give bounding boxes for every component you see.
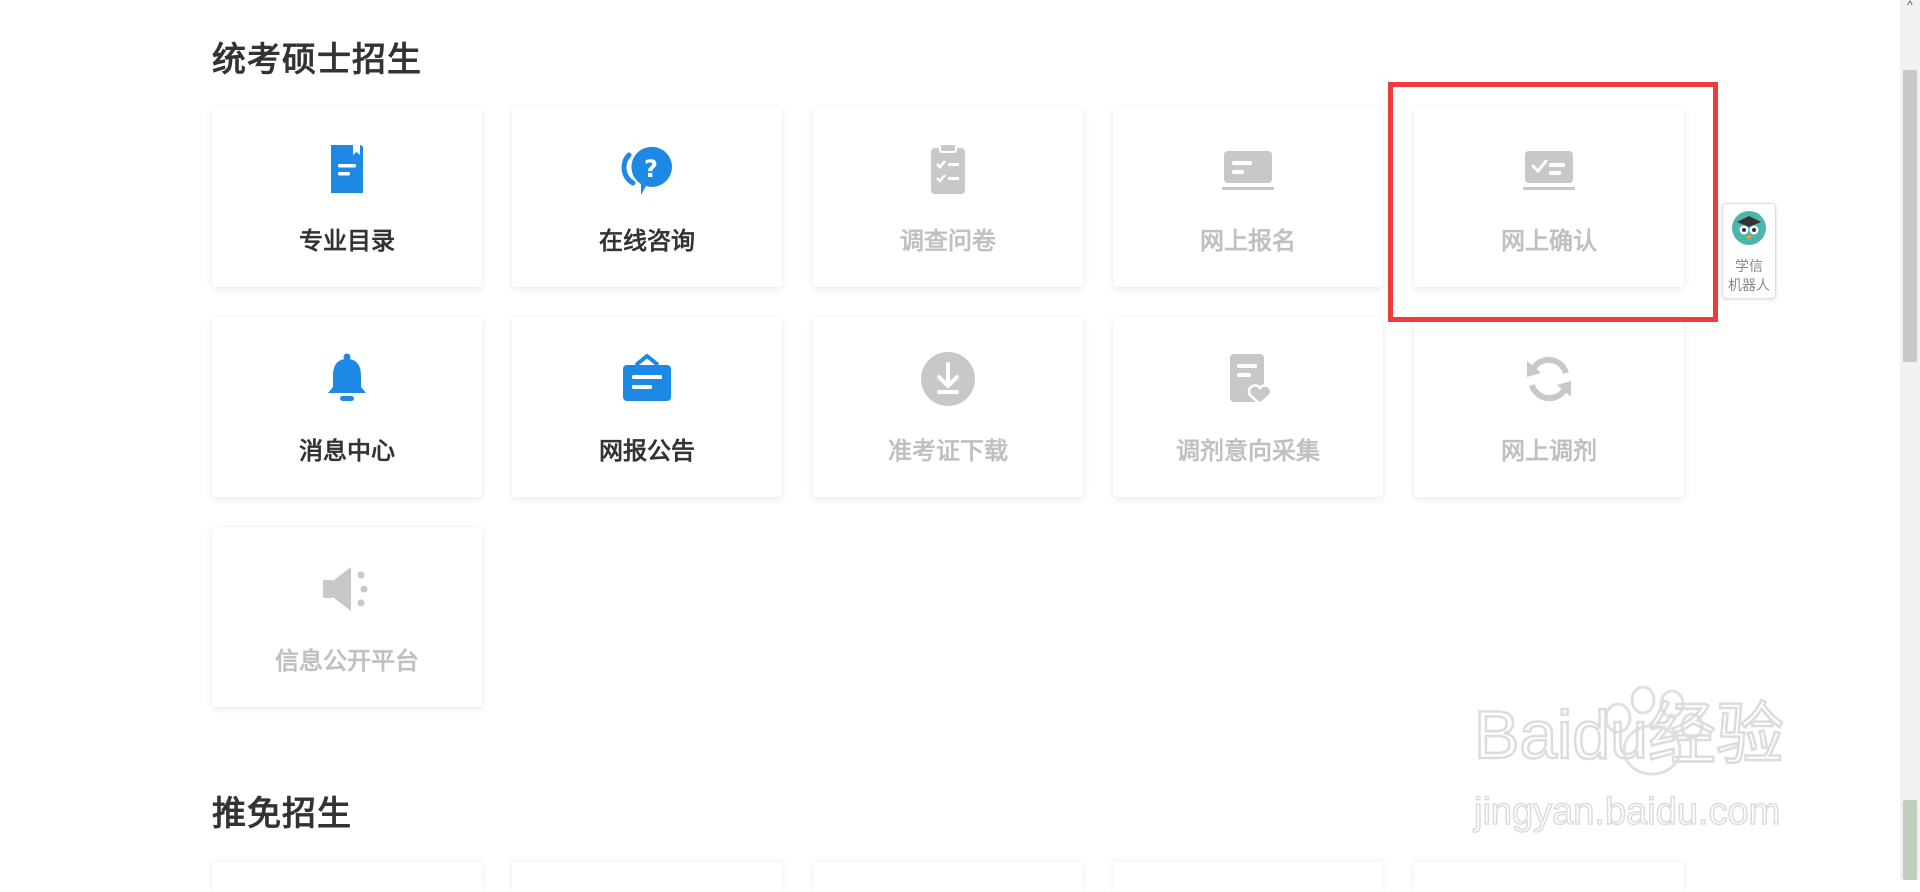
xuexin-robot-button[interactable]: 学信 机器人 <box>1722 203 1776 299</box>
card-online-adjustment[interactable]: 网上调剂 <box>1414 317 1684 497</box>
card-adjustment-intention[interactable]: 调剂意向采集 <box>1113 317 1383 497</box>
card-partial[interactable] <box>212 862 482 892</box>
card-professional-catalog[interactable]: 专业目录 <box>212 107 482 287</box>
section-title-tongkao: 统考硕士招生 <box>212 41 422 79</box>
robot-avatar-icon <box>1732 211 1766 245</box>
card-label: 准考证下载 <box>888 438 1008 465</box>
card-partial[interactable] <box>813 862 1083 892</box>
section-title-tuimian: 推免招生 <box>212 795 352 833</box>
card-label: 网报公告 <box>599 438 695 465</box>
card-partial[interactable] <box>512 862 782 892</box>
card-admission-ticket-download[interactable]: 准考证下载 <box>813 317 1083 497</box>
card-online-registration[interactable]: 网上报名 <box>1113 107 1383 287</box>
scrollbar-bottom-indicator <box>1903 800 1917 880</box>
register-icon <box>1222 151 1274 190</box>
card-questionnaire[interactable]: 调查问卷 <box>813 107 1083 287</box>
card-label: 调查问卷 <box>900 228 996 255</box>
intention-icon <box>1230 354 1273 406</box>
questionnaire-icon <box>931 143 965 194</box>
svg-text:?: ? <box>644 155 658 183</box>
book-icon <box>331 145 363 193</box>
vertical-scrollbar[interactable]: ^ <box>1900 0 1920 880</box>
megaphone-icon <box>323 567 368 611</box>
highlight-box <box>1388 82 1718 322</box>
card-info-disclosure[interactable]: 信息公开平台 <box>212 527 482 707</box>
card-label: 网上调剂 <box>1501 438 1597 465</box>
card-announcement[interactable]: 网报公告 <box>512 317 782 497</box>
card-label: 调剂意向采集 <box>1176 438 1320 465</box>
robot-label-line1: 学信 <box>1735 258 1763 274</box>
watermark-url: jingyan.baidu.com <box>1473 791 1780 833</box>
scroll-up-arrow-icon[interactable]: ^ <box>1900 0 1920 14</box>
bell-icon <box>328 353 366 401</box>
card-label: 消息中心 <box>299 438 395 465</box>
card-label: 在线咨询 <box>599 228 695 255</box>
robot-label-line2: 机器人 <box>1728 277 1770 293</box>
card-message-center[interactable]: 消息中心 <box>212 317 482 497</box>
refresh-icon <box>1527 356 1571 402</box>
baidu-watermark-logo: Baidu经验 jingyan.baidu.com <box>1472 685 1785 834</box>
card-online-consult[interactable]: ? 在线咨询 <box>512 107 782 287</box>
download-icon <box>921 352 975 406</box>
card-partial[interactable] <box>1414 862 1684 892</box>
card-label: 信息公开平台 <box>275 648 419 675</box>
announcement-icon <box>623 354 671 401</box>
card-label: 专业目录 <box>299 228 395 255</box>
watermark-brand: Baidu经验 <box>1474 697 1784 773</box>
scrollbar-thumb[interactable] <box>1903 70 1917 362</box>
card-label: 网上报名 <box>1200 228 1296 255</box>
card-partial[interactable] <box>1113 862 1383 892</box>
consult-icon: ? <box>621 146 672 195</box>
